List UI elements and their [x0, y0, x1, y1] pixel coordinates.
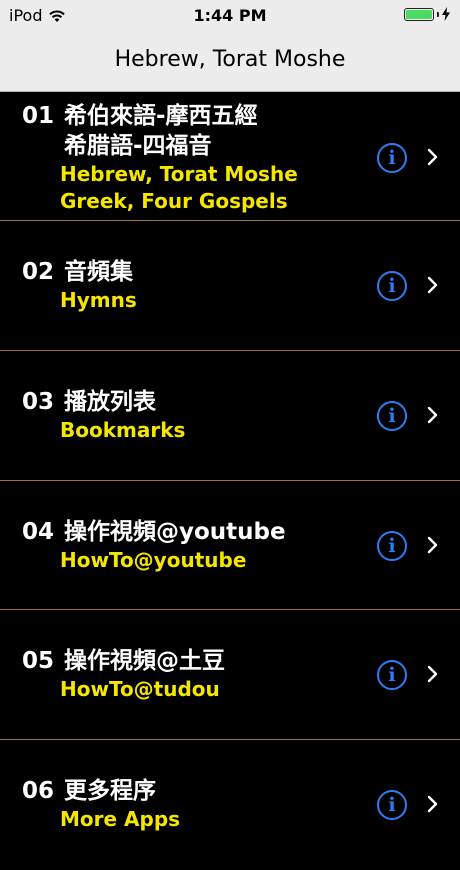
- chevron-right-icon: [427, 665, 438, 683]
- row-title: 播放列表: [64, 389, 156, 415]
- row-texts: 05 操作視頻@土豆 HowTo@tudou: [22, 646, 370, 703]
- row-subtitle: Hymns: [60, 288, 137, 312]
- row-subtitle: HowTo@tudou: [60, 677, 220, 701]
- row-texts: 03 播放列表 Bookmarks: [22, 387, 370, 444]
- list-item-bookmarks[interactable]: 03 播放列表 Bookmarks i: [0, 351, 460, 481]
- info-icon[interactable]: i: [377, 401, 407, 431]
- menu-list: 01 希伯來語-摩西五經 希腊語-四福音 Hebrew, Torat Moshe …: [0, 92, 460, 870]
- row-title: 音頻集: [64, 259, 133, 285]
- row-number: 06: [22, 778, 55, 804]
- chevron-right-icon: [427, 795, 438, 813]
- row-number: 01: [22, 103, 55, 129]
- info-icon[interactable]: i: [377, 143, 407, 173]
- status-bar: iPod 1:44 PM: [0, 0, 460, 30]
- row-number: 05: [22, 648, 55, 674]
- row-number: 04: [22, 519, 55, 545]
- status-right: [404, 7, 450, 21]
- row-subtitle: More Apps: [60, 807, 181, 831]
- row-title: 操作視頻@youtube: [64, 519, 286, 545]
- navigation-bar: Hebrew, Torat Moshe: [0, 30, 460, 92]
- row-number: 03: [22, 389, 55, 415]
- chevron-right-icon: [427, 148, 438, 166]
- list-item-howto-tudou[interactable]: 05 操作視頻@土豆 HowTo@tudou i: [0, 610, 460, 740]
- row-texts: 02 音頻集 Hymns: [22, 257, 370, 314]
- status-time: 1:44 PM: [193, 6, 267, 25]
- row-title-2: 希腊語-四福音: [64, 133, 212, 159]
- battery-icon: [404, 7, 434, 21]
- row-title: 操作視頻@土豆: [64, 648, 225, 674]
- row-subtitle: Bookmarks: [60, 418, 186, 442]
- row-texts: 01 希伯來語-摩西五經 希腊語-四福音 Hebrew, Torat Moshe …: [22, 101, 370, 215]
- info-icon[interactable]: i: [377, 271, 407, 301]
- charging-bolt-icon: [442, 7, 450, 21]
- battery-tip: [437, 11, 439, 17]
- row-texts: 06 更多程序 More Apps: [22, 776, 370, 833]
- row-subtitle: Hebrew, Torat Moshe: [60, 162, 298, 186]
- row-title: 希伯來語-摩西五經: [64, 103, 258, 129]
- list-item-more-apps[interactable]: 06 更多程序 More Apps i: [0, 740, 460, 870]
- row-subtitle: HowTo@youtube: [60, 548, 247, 572]
- info-icon[interactable]: i: [377, 531, 407, 561]
- info-icon[interactable]: i: [377, 660, 407, 690]
- row-title: 更多程序: [64, 778, 156, 804]
- battery-level: [406, 9, 432, 19]
- list-item-howto-youtube[interactable]: 04 操作視頻@youtube HowTo@youtube i: [0, 481, 460, 610]
- nav-title: Hebrew, Torat Moshe: [114, 47, 346, 72]
- chevron-right-icon: [427, 536, 438, 554]
- list-item-hebrew-greek[interactable]: 01 希伯來語-摩西五經 希腊語-四福音 Hebrew, Torat Moshe …: [0, 92, 460, 221]
- chevron-right-icon: [427, 406, 438, 424]
- list-item-hymns[interactable]: 02 音頻集 Hymns i: [0, 221, 460, 351]
- chevron-right-icon: [427, 276, 438, 294]
- row-number: 02: [22, 259, 55, 285]
- row-subtitle-2: Greek, Four Gospels: [60, 189, 288, 213]
- row-texts: 04 操作視頻@youtube HowTo@youtube: [22, 517, 370, 574]
- info-icon[interactable]: i: [377, 790, 407, 820]
